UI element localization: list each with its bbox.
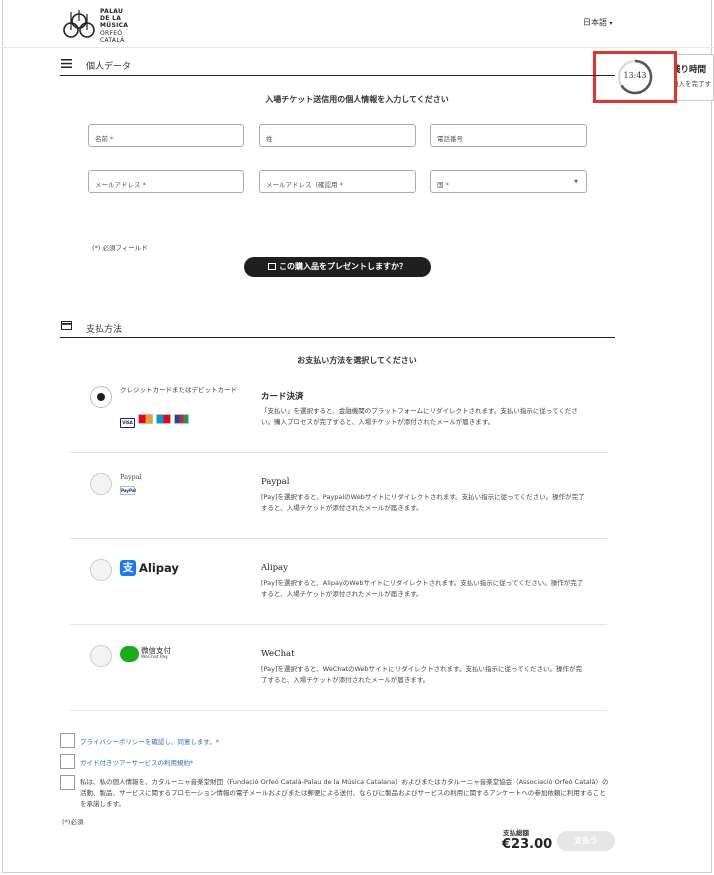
privacy-checkbox[interactable] bbox=[60, 733, 75, 748]
pay-button[interactable]: 支払う bbox=[557, 831, 615, 851]
wechat-description: [Pay]を選択すると、WeChatのWebサイトにリダイレクトされます。支払い… bbox=[261, 665, 583, 684]
alipay-description: [Pay]を選択すると、AlipayのWebサイトにリダイレクトされます。支払い… bbox=[261, 579, 584, 598]
pay-button-label: 支払う bbox=[574, 836, 598, 845]
email-placeholder: メールアドレス * bbox=[95, 181, 146, 189]
gift-icon bbox=[268, 263, 276, 270]
language-label: 日本語 bbox=[583, 18, 607, 27]
logo-line: ORFEÓ bbox=[100, 29, 123, 37]
timer-title: 残り時間 bbox=[672, 65, 707, 75]
privacy-policy-link[interactable]: プライバシーポリシーを確認し、同意します。* bbox=[80, 736, 219, 746]
paypal-label: Paypal bbox=[120, 473, 142, 481]
logo-line: DE LA bbox=[100, 15, 122, 23]
site-header: PALAU DE LA MÚSICA ORFEÓ CATALÀ 日本語 ▾ bbox=[0, 0, 714, 48]
wechat-title: WeChat bbox=[261, 649, 295, 659]
email-confirm-field[interactable]: メールアドレス（確認用 * bbox=[259, 170, 416, 193]
wechat-pay-icon bbox=[120, 646, 139, 662]
email-field[interactable]: メールアドレス * bbox=[88, 170, 244, 193]
card-payment-label: クレジットカードまたはデビットカード bbox=[120, 386, 237, 394]
timer-value: 13:43 bbox=[623, 71, 647, 80]
marketing-checkbox[interactable] bbox=[60, 775, 75, 790]
menu-icon bbox=[61, 59, 72, 68]
country-select[interactable]: 国 * ▼ bbox=[430, 170, 587, 193]
alipay-radio[interactable] bbox=[90, 559, 112, 581]
email-confirm-placeholder: メールアドレス（確認用 * bbox=[266, 181, 343, 189]
country-placeholder: 国 * bbox=[437, 181, 449, 189]
card-payment-description: 「支払い」を選択すると、金融機関のプラットフォームにリダイレクトされます。支払い… bbox=[261, 407, 578, 426]
logo-line: PALAU bbox=[100, 8, 124, 15]
logo-line: MÚSICA bbox=[100, 22, 129, 30]
maestro-icon bbox=[156, 414, 171, 424]
paypal-description: [Pay]を選択すると、PaypalのWebサイトにリダイレクトされます。支払い… bbox=[261, 493, 585, 512]
logo-line: CATALÀ bbox=[100, 36, 125, 44]
alipay-title: Alipay bbox=[261, 563, 288, 573]
logo-wordmark: PALAU DE LA MÚSICA ORFEÓ CATALÀ bbox=[100, 8, 128, 44]
language-selector[interactable]: 日本語 ▾ bbox=[583, 17, 613, 28]
name-field[interactable]: 名前 * bbox=[88, 124, 244, 147]
chevron-down-icon: ▾ bbox=[609, 20, 613, 27]
terms-checkbox[interactable] bbox=[60, 754, 75, 769]
gift-button-label: この購入品をプレゼントしますか？ bbox=[279, 262, 407, 271]
card-brand-icons: VISA bbox=[120, 409, 192, 428]
divider bbox=[70, 624, 607, 625]
total-label: 支払総額 bbox=[503, 829, 529, 837]
name-placeholder: 名前 * bbox=[95, 135, 114, 143]
phone-placeholder: 電話番号 bbox=[437, 135, 463, 143]
credit-card-icon bbox=[61, 321, 72, 330]
section-rule bbox=[60, 75, 615, 76]
paypal-title: Paypal bbox=[261, 477, 290, 487]
palau-logo-icon[interactable] bbox=[62, 8, 96, 42]
personal-data-heading: 入場チケット送信用の個人情報を入力してください bbox=[265, 95, 449, 104]
divider bbox=[70, 452, 607, 453]
divider bbox=[70, 538, 607, 539]
total-amount: €23.00 bbox=[502, 837, 553, 852]
wechat-logo-subtext: WeChat Pay bbox=[141, 655, 168, 660]
guided-tour-terms-link[interactable]: ガイド付きツアーサービスの利用規約* bbox=[80, 757, 193, 767]
section-rule bbox=[60, 337, 615, 338]
surname-placeholder: 姓 bbox=[266, 135, 273, 143]
payment-heading: お支払い方法を選択してください bbox=[297, 356, 417, 365]
personal-data-title: 個人データ bbox=[86, 62, 132, 72]
gift-purchase-button[interactable]: この購入品をプレゼントしますか？ bbox=[244, 257, 431, 277]
visa-icon: VISA bbox=[120, 418, 135, 428]
payment-method-title: 支払方法 bbox=[86, 325, 123, 335]
marketing-consent-text: 私は、私の個人情報を、カタルーニャ音楽堂財団（Fundació Orfeó Ca… bbox=[80, 778, 609, 808]
card-payment-radio[interactable] bbox=[90, 386, 112, 408]
required-fields-note: (*) 必須フィールド bbox=[92, 244, 148, 252]
wechat-radio[interactable] bbox=[90, 645, 112, 667]
alipay-logo-text: Alipay bbox=[139, 561, 179, 575]
phone-field[interactable]: 電話番号 bbox=[430, 124, 587, 147]
alipay-icon: 支 bbox=[120, 560, 136, 576]
jcb-icon bbox=[174, 414, 189, 424]
divider bbox=[70, 710, 607, 711]
required-note: (*)必須 bbox=[62, 818, 84, 826]
paypal-icon: PayPal bbox=[120, 486, 136, 495]
chevron-down-icon: ▼ bbox=[574, 179, 578, 185]
paypal-radio[interactable] bbox=[90, 473, 112, 495]
card-payment-title: カード決済 bbox=[261, 392, 304, 402]
mastercard-icon bbox=[138, 414, 153, 424]
surname-field[interactable]: 姓 bbox=[259, 124, 416, 147]
timer-subtitle: 購入を完了す bbox=[672, 80, 711, 88]
